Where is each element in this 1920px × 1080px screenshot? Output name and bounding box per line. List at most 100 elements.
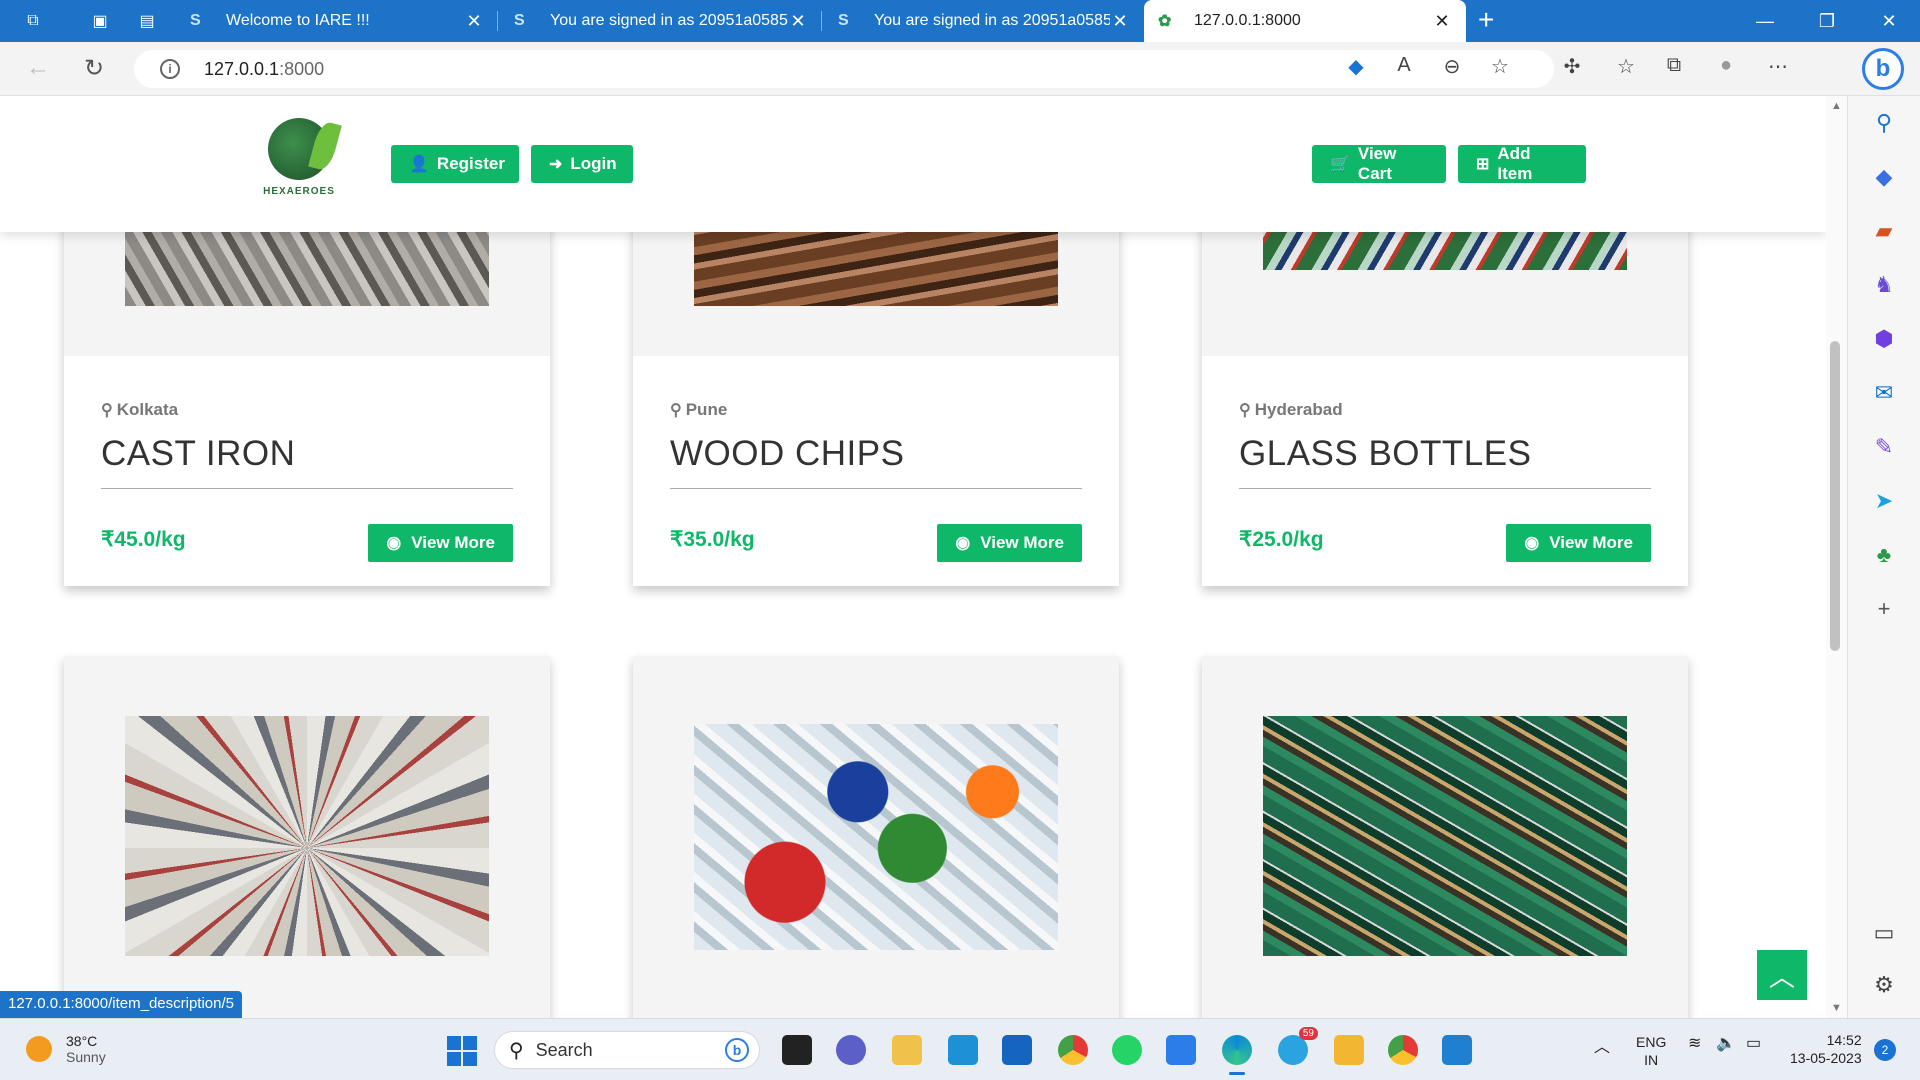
settings-gear-icon[interactable]: ⚙: [1870, 972, 1898, 1000]
close-icon[interactable]: ✕: [1110, 11, 1130, 32]
favorites-icon[interactable]: ☆: [1612, 54, 1640, 82]
todo-icon[interactable]: [1166, 1035, 1196, 1065]
read-aloud-icon[interactable]: A: [1390, 54, 1418, 82]
start-button[interactable]: [447, 1036, 477, 1066]
map-marker-icon: ⚲: [1239, 402, 1251, 419]
bing-chat-icon[interactable]: b: [1862, 48, 1904, 90]
view-more-button[interactable]: ◉ View More: [1506, 524, 1651, 562]
microsoft-365-icon[interactable]: ⬢: [1870, 326, 1898, 354]
shopping-icon[interactable]: ◆: [1870, 164, 1898, 192]
search-icon[interactable]: ⚲: [1870, 110, 1898, 138]
tree-icon[interactable]: ♣: [1870, 542, 1898, 570]
collections-icon[interactable]: ⧉: [1660, 54, 1688, 82]
item-location: ⚲ Kolkata: [101, 400, 513, 420]
address-input[interactable]: i 127.0.0.1:8000: [134, 50, 1554, 88]
window-close-icon[interactable]: ✕: [1858, 0, 1920, 42]
scrollbar-thumb[interactable]: [1830, 341, 1840, 651]
link-status-url: 127.0.0.1:8000/item_description/5: [0, 991, 242, 1018]
designer-icon[interactable]: ✎: [1870, 434, 1898, 462]
item-name: CAST IRON: [101, 434, 513, 489]
add-item-button[interactable]: ⊞ Add Item: [1458, 144, 1586, 183]
l-app-icon[interactable]: [948, 1035, 978, 1065]
tab-localhost-active[interactable]: ✿ 127.0.0.1:8000 ✕: [1144, 0, 1466, 42]
edge-sidebar: ⚲ ◆ ▰ ♞ ⬢ ✉ ✎ ➤ ♣ + ▭ ⚙: [1847, 96, 1920, 1018]
item-location: ⚲ Pune: [670, 400, 1082, 420]
item-image-area: [633, 656, 1119, 1018]
site-info-icon[interactable]: i: [160, 59, 180, 79]
tab-actions-icon[interactable]: ▣: [89, 10, 111, 32]
view-more-label: View More: [980, 533, 1064, 552]
outlook-icon[interactable]: ✉: [1870, 380, 1898, 408]
taskbar-search[interactable]: ⚲ Search b: [494, 1031, 760, 1069]
start-tile: [463, 1036, 477, 1050]
add-sidebar-app-icon[interactable]: +: [1870, 596, 1898, 624]
close-icon[interactable]: ✕: [1432, 11, 1452, 32]
view-cart-button[interactable]: 🛒 View Cart: [1312, 144, 1446, 183]
e-waste-image[interactable]: [1263, 716, 1627, 956]
scroll-up-arrow-icon[interactable]: ▲: [1831, 100, 1842, 112]
weather-widget[interactable]: 38°C Sunny: [26, 1033, 106, 1065]
telegram-icon[interactable]: ➤: [1870, 488, 1898, 516]
view-more-label: View More: [1549, 533, 1633, 552]
extensions-icon[interactable]: ✣: [1558, 54, 1586, 82]
chrome-icon[interactable]: [1058, 1035, 1088, 1065]
whatsapp-icon[interactable]: [1112, 1035, 1142, 1065]
volume-muted-icon[interactable]: 🔈: [1716, 1033, 1736, 1053]
hexaeroes-logo[interactable]: HEXAEROES: [262, 118, 336, 210]
address-toolbar: ← ↻ i 127.0.0.1:8000 ◆ A ⊖ ☆ ✣ ☆ ⧉ ● ⋯: [0, 42, 1920, 96]
task-view-icon[interactable]: [782, 1035, 812, 1065]
python-icon[interactable]: [892, 1035, 922, 1065]
games-icon[interactable]: ♞: [1870, 272, 1898, 300]
add-favorite-icon[interactable]: ☆: [1486, 54, 1514, 82]
item-name: GLASS BOTTLES: [1239, 434, 1651, 489]
wifi-icon[interactable]: ≋: [1688, 1033, 1701, 1053]
window-controls: — ❐ ✕: [1734, 0, 1920, 42]
hide-sidebar-icon[interactable]: ▭: [1870, 920, 1898, 948]
close-icon[interactable]: ✕: [464, 11, 484, 32]
more-menu-icon[interactable]: ⋯: [1764, 54, 1792, 82]
app-favicon-icon[interactable]: ▤: [136, 10, 158, 32]
language-code: ENG: [1636, 1034, 1667, 1050]
file-explorer-icon[interactable]: [1334, 1035, 1364, 1065]
close-icon[interactable]: ✕: [788, 11, 808, 32]
page-scrollbar[interactable]: ▲ ▼: [1826, 96, 1847, 1018]
tab-bar-leading: ⧉ ▣ ▤: [22, 0, 158, 42]
tab-favicon: S: [190, 12, 201, 29]
system-clock[interactable]: 14:52 13-05-2023: [1790, 1031, 1862, 1067]
view-more-button[interactable]: ◉ View More: [937, 524, 1082, 562]
item-card-body: ⚲ Hyderabad GLASS BOTTLES ₹25.0/kg ◉ View …: [1239, 400, 1651, 562]
back-to-top-button[interactable]: ︿: [1757, 950, 1807, 1000]
show-hidden-icons-icon[interactable]: ︿: [1594, 1033, 1610, 1057]
back-arrow-icon[interactable]: ←: [26, 54, 50, 82]
remote-desktop-icon[interactable]: [1002, 1035, 1032, 1065]
view-more-button[interactable]: ◉ View More: [368, 524, 513, 562]
paper-scrap-image[interactable]: [125, 716, 489, 956]
telegram-taskbar-icon[interactable]: 59: [1278, 1027, 1318, 1065]
minimize-icon[interactable]: —: [1734, 0, 1796, 42]
vscode-icon[interactable]: [1442, 1035, 1472, 1065]
zoom-out-icon[interactable]: ⊖: [1438, 54, 1466, 82]
profile-avatar-icon[interactable]: ●: [1712, 54, 1740, 82]
new-tab-icon[interactable]: +: [1478, 4, 1494, 36]
notification-badge[interactable]: 2: [1874, 1039, 1896, 1061]
tab-welcome-iare[interactable]: S Welcome to IARE !!! ✕: [176, 0, 498, 42]
restore-icon[interactable]: ❐: [1796, 0, 1858, 42]
plastic-bottles-image[interactable]: [694, 724, 1058, 950]
login-button[interactable]: ➜ Login: [531, 145, 633, 183]
weather-text: 38°C Sunny: [66, 1033, 106, 1065]
chrome-profile-icon[interactable]: [1388, 1035, 1418, 1065]
tab-signed-in-1[interactable]: S You are signed in as 20951a0585 ✕: [500, 0, 822, 42]
shopping-tag-icon[interactable]: ◆: [1342, 54, 1370, 82]
tools-icon[interactable]: ▰: [1870, 218, 1898, 246]
plus-square-icon: ⊞: [1476, 156, 1490, 173]
eye-icon: ◉: [386, 533, 402, 552]
scroll-down-arrow-icon[interactable]: ▼: [1831, 1002, 1842, 1014]
teams-chat-icon[interactable]: [836, 1035, 866, 1065]
refresh-icon[interactable]: ↻: [84, 54, 104, 83]
register-button[interactable]: 👤 Register: [391, 145, 519, 183]
language-indicator[interactable]: ENG IN: [1636, 1033, 1666, 1069]
battery-icon[interactable]: ▭: [1746, 1033, 1761, 1053]
tab-signed-in-2[interactable]: S You are signed in as 20951a0585 ✕: [824, 0, 1144, 42]
workspaces-icon[interactable]: ⧉: [22, 10, 44, 32]
edge-icon[interactable]: [1222, 1035, 1252, 1075]
